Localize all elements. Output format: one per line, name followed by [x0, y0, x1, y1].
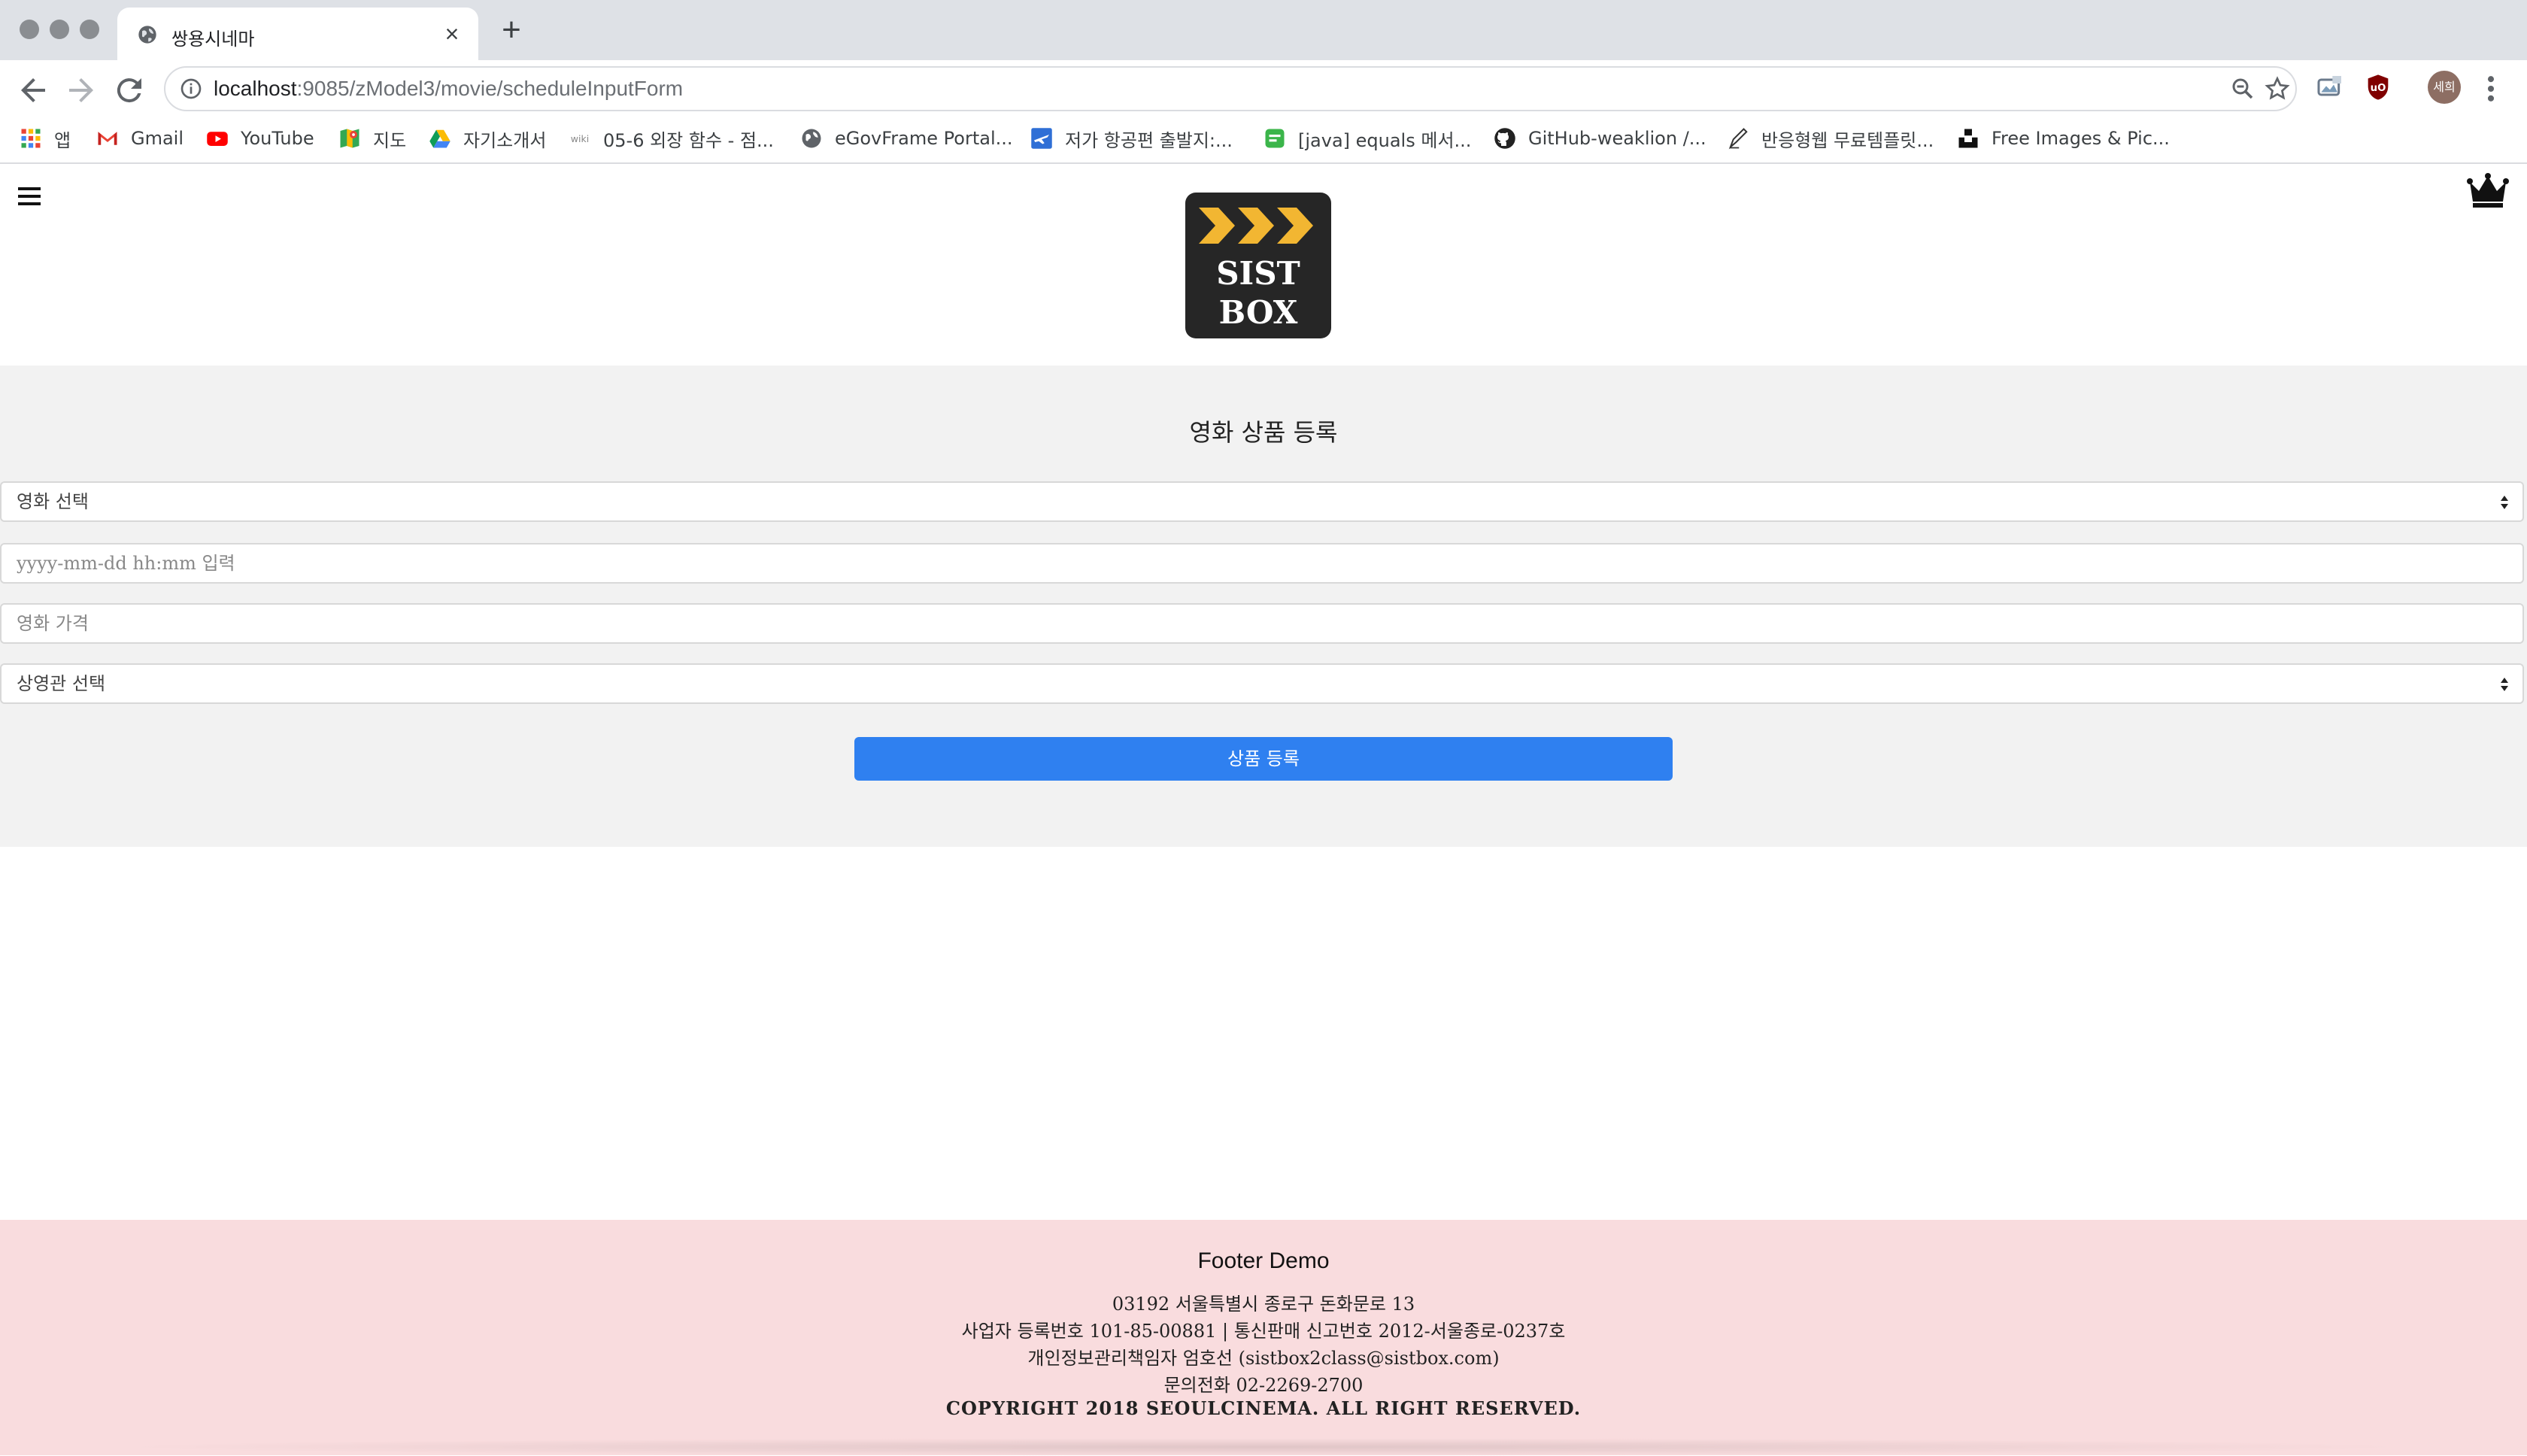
zoom-icon[interactable] — [2229, 75, 2256, 102]
site-header: SIST BOX — [0, 164, 2527, 366]
footer-shadow — [105, 1438, 2422, 1456]
bookmark-label: 저가 항공편 출발지:... — [1065, 129, 1233, 151]
logo-text-line-1: SIST — [1216, 255, 1300, 292]
logo-text-line-2: BOX — [1219, 294, 1298, 331]
bookmark-label: 자기소개서 — [463, 129, 547, 151]
product-form-section: 영화 상품 등록 영화 선택 상영관 선택 상품 등록 — [0, 366, 2527, 847]
bookmark-wikidocs[interactable]: wiki 05-6 외장 함수 - 점... — [569, 125, 774, 152]
bookmark-youtube[interactable]: YouTube — [206, 125, 314, 152]
footer-privacy-officer: 개인정보관리책임자 엄호선 (sistbox2class@sistbox.com… — [1027, 1348, 1500, 1369]
bookmark-java-blog[interactable]: [java] equals 메서... — [1264, 125, 1471, 152]
gmail-icon — [98, 132, 117, 145]
pen-icon — [1728, 128, 1748, 150]
footer-address: 03192 서울특별시 종로구 돈화문로 13 — [1112, 1294, 1415, 1315]
ublock-shield-icon[interactable]: uO — [2363, 72, 2393, 102]
youtube-icon — [207, 132, 228, 146]
url-text: localhost:9085/zModel3/movie/scheduleInp… — [214, 77, 683, 101]
bookmark-label: Gmail — [131, 128, 184, 149]
bookmark-label: 앱 — [54, 129, 71, 151]
hamburger-menu-icon[interactable] — [18, 185, 45, 208]
movie-select[interactable]: 영화 선택 — [0, 481, 2524, 522]
logo-chevrons — [1199, 208, 1313, 244]
movie-select-value: 영화 선택 — [17, 491, 89, 512]
bookmark-label: 지도 — [373, 129, 407, 151]
url-host: localhost — [214, 77, 297, 100]
form-title: 영화 상품 등록 — [1189, 418, 1338, 447]
reload-icon[interactable] — [111, 72, 147, 108]
select-updown-icon — [2501, 496, 2508, 509]
bookmark-label: 05-6 외장 함수 - 점... — [603, 129, 774, 151]
github-icon — [1494, 128, 1515, 149]
select-updown-icon — [2501, 678, 2508, 691]
back-arrow-icon[interactable] — [15, 72, 51, 108]
bookmark-apps[interactable]: 앱 — [20, 125, 71, 152]
window-close-button[interactable] — [20, 20, 39, 39]
bookmark-label: [java] equals 메서... — [1298, 129, 1472, 151]
info-icon[interactable] — [179, 77, 203, 101]
window-minimize-button[interactable] — [50, 20, 69, 39]
globe-icon — [802, 129, 821, 148]
footer-phone: 문의전화 02-2269-2700 — [1163, 1375, 1364, 1396]
svg-text:wiki: wiki — [571, 133, 589, 144]
footer-business-info: 사업자 등록번호 101-85-00881 | 통신판매 신고번호 2012-서… — [961, 1321, 1566, 1342]
datetime-input[interactable] — [0, 543, 2524, 584]
bookmark-label: Free Images & Pic... — [1992, 128, 2170, 149]
bookmark-flights[interactable]: 저가 항공편 출발지:... — [1030, 125, 1233, 152]
bookmark-star-icon[interactable] — [2264, 75, 2291, 102]
footer-title: Footer Demo — [1197, 1248, 1330, 1273]
register-product-button[interactable]: 상품 등록 — [854, 737, 1673, 781]
bookmark-maps[interactable]: 지도 — [338, 125, 406, 152]
unsplash-icon — [1958, 129, 1978, 148]
more-menu-icon[interactable] — [2482, 72, 2500, 105]
maps-icon — [340, 129, 359, 148]
window-maximize-button[interactable] — [80, 20, 99, 39]
tab-title: 쌍용시네마 — [171, 29, 255, 50]
screenshot-extension-icon[interactable] — [2315, 72, 2345, 102]
sistbox-logo[interactable]: SIST BOX — [1184, 191, 1333, 340]
theater-select-value: 상영관 선택 — [17, 673, 106, 694]
flight-icon — [1031, 128, 1052, 149]
drive-icon — [429, 129, 450, 148]
globe-icon — [138, 26, 156, 44]
bookmark-unsplash[interactable]: Free Images & Pic... — [1957, 125, 2170, 152]
bookmark-drive[interactable]: 자기소개서 — [429, 125, 546, 152]
bookmark-github[interactable]: GitHub-weaklion /... — [1494, 125, 1706, 152]
apps-grid-icon — [21, 129, 41, 148]
site-footer: Footer Demo 03192 서울특별시 종로구 돈화문로 13 사업자 … — [0, 1220, 2527, 1456]
bookmark-label: YouTube — [241, 128, 314, 149]
bookmark-label: eGovFrame Portal... — [835, 128, 1013, 149]
forward-arrow-icon[interactable] — [63, 72, 99, 108]
address-bar[interactable]: localhost:9085/zModel3/movie/scheduleInp… — [164, 66, 2297, 111]
blog-icon — [1265, 129, 1285, 148]
bookmark-gmail[interactable]: Gmail — [96, 125, 184, 152]
profile-avatar[interactable]: 세희 — [2428, 71, 2461, 104]
browser-tab[interactable]: 쌍용시네마 × — [117, 8, 478, 60]
svg-text:uO: uO — [2371, 83, 2386, 94]
bookmark-label: 반응형웹 무료템플릿... — [1761, 129, 1934, 151]
footer-copyright: COPYRIGHT 2018 SEOULCINEMA. ALL RIGHT RE… — [945, 1397, 1582, 1419]
close-tab-icon[interactable]: × — [439, 21, 465, 47]
bookmark-template[interactable]: 반응형웹 무료템플릿... — [1727, 125, 1934, 152]
new-tab-button[interactable]: + — [498, 14, 525, 47]
url-path: :9085/zModel3/movie/scheduleInputForm — [296, 77, 684, 100]
wikidocs-icon: wiki — [571, 133, 589, 144]
bookmark-egovframe[interactable]: eGovFrame Portal... — [800, 125, 1013, 152]
bookmarks-bar: 앱 Gmail YouTube 지도 자기소개서 wiki 05-6 외장 함수… — [0, 117, 2527, 159]
price-input[interactable] — [0, 603, 2524, 644]
crown-icon[interactable] — [2467, 173, 2509, 209]
bookmark-label: GitHub-weaklion /... — [1528, 128, 1706, 149]
browser-tab-strip: 쌍용시네마 × + — [0, 0, 2527, 60]
theater-select[interactable]: 상영관 선택 — [0, 663, 2524, 704]
